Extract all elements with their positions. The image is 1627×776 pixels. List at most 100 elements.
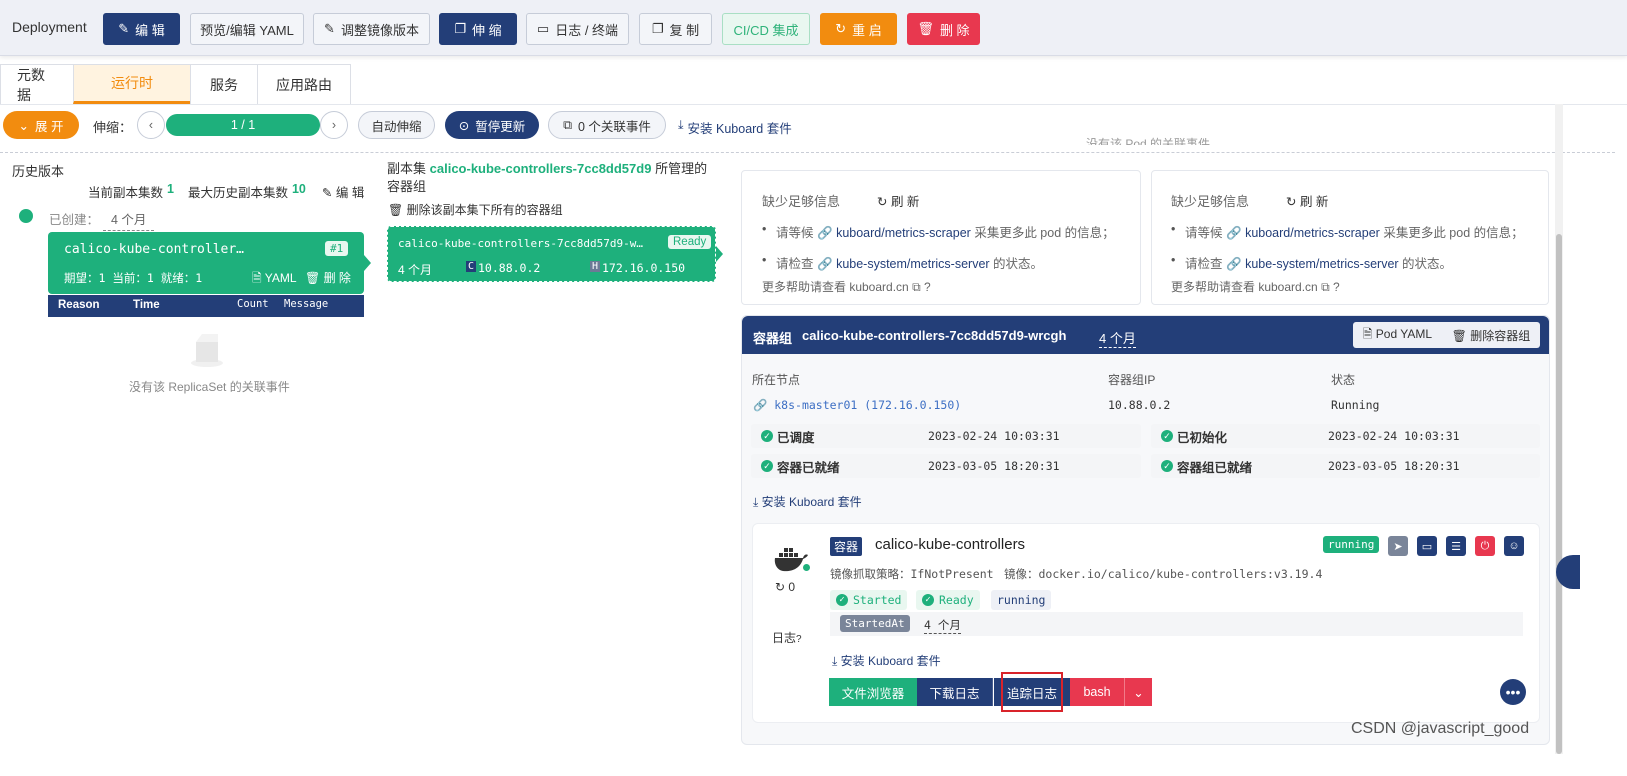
external-link-icon: ⧉ — [563, 117, 572, 132]
pencil-icon: ✎ — [324, 21, 335, 36]
container-image: 镜像：docker.io/calico/kube-controllers:v3.… — [1004, 567, 1323, 581]
tag-ready: ✓ Ready — [916, 590, 980, 610]
question-icon: ? — [796, 634, 802, 645]
terminal-icon[interactable]: ▭ — [1417, 536, 1437, 556]
download-log-button[interactable]: 下载日志 — [917, 678, 993, 706]
refresh-icon: ↻ — [1286, 195, 1300, 209]
section-separator — [0, 152, 1615, 153]
host-ip: 172.16.0.150 — [602, 261, 686, 275]
replicaset-title: 副本集 calico-kube-controllers-7cc8dd57d9 所… — [387, 161, 708, 194]
tab-routes[interactable]: 应用路由 — [257, 64, 351, 104]
scale-down-button[interactable]: ‹ — [137, 111, 165, 139]
host-ip-label: H — [590, 261, 601, 272]
install-kuboard-link[interactable]: ⤓ 安装 Kuboard 套件 — [678, 118, 792, 137]
metrics-refresh-button[interactable]: ↻ 刷 新 — [1286, 191, 1328, 210]
history-edit-link[interactable]: ✎ 编 辑 — [322, 182, 364, 201]
container-install-kuboard-link[interactable]: ⤓ 安装 Kuboard 套件 — [832, 652, 941, 669]
check-circle-icon: ✓ — [1161, 430, 1173, 442]
scale-up-button[interactable]: › — [320, 111, 348, 139]
chevron-left-icon: ‹ — [148, 118, 154, 132]
monitor-icon: ▭ — [536, 21, 550, 36]
delete-pod-button[interactable]: 🗑 删除容器组 — [1452, 327, 1531, 344]
metrics-scraper-link[interactable]: kuboard/metrics-scraper — [836, 226, 971, 240]
pod-ip: 10.88.0.2 — [478, 261, 541, 275]
resource-type-title: Deployment — [12, 19, 87, 35]
expand-button[interactable]: ⌄ 展 开 — [3, 111, 79, 139]
bash-button[interactable]: bash — [1070, 678, 1124, 706]
more-options-button[interactable]: ••• — [1500, 679, 1526, 705]
logs-terminal-button[interactable]: ▭ 日志 / 终端 — [526, 13, 629, 45]
chevron-down-icon: ⌄ — [1133, 685, 1144, 700]
pod-card-name: calico-kube-controllers-7cc8dd57d9-w… — [398, 237, 644, 250]
pod-ready-badge: Ready — [668, 235, 712, 249]
related-events-button[interactable]: ⧉ 0 个关联事件 — [548, 111, 666, 139]
no-events-text: 没有该 ReplicaSet 的关联事件 — [129, 380, 290, 394]
metrics-help-link[interactable]: 更多帮助请查看 kuboard.cn ⧉ ? — [1171, 278, 1340, 295]
chevron-right-icon: › — [331, 118, 337, 132]
scale-button[interactable]: ❐ 伸 缩 — [439, 13, 517, 45]
trash-icon: 🗑 — [305, 271, 324, 285]
replicaset-yaml-link[interactable]: 🗎 YAML — [252, 269, 297, 290]
tab-runtime[interactable]: 运行时 — [73, 64, 191, 104]
replicaset-name: calico-kube-controller… — [64, 242, 245, 257]
link-icon: 🔗 — [753, 398, 775, 412]
delete-all-pods-link[interactable]: 🗑 删除该副本集下所有的容器组 — [388, 201, 563, 218]
edit-button[interactable]: ✎ 编 辑 — [103, 13, 180, 45]
events-table-header: Reason Time Count Message — [48, 295, 364, 317]
external-link-icon: ⧉ — [1321, 280, 1330, 294]
metrics-card-right: 缺少足够信息 ↻ 刷 新 请等候 🔗 kuboard/metrics-scrap… — [1151, 170, 1549, 305]
more-icon: ••• — [1505, 684, 1521, 700]
send-icon[interactable]: ➤ — [1388, 536, 1408, 556]
cicd-button[interactable]: CI/CD 集成 — [722, 13, 810, 45]
scrollbar-thumb[interactable] — [1556, 234, 1562, 754]
container-state-badge: running — [1323, 536, 1380, 553]
condition-containers-ready: ✓ 容器已就绪 2023-03-05 18:20:31 — [751, 454, 1141, 478]
copy-icon: ❐ — [454, 21, 467, 36]
download-icon: ⤓ — [678, 118, 684, 132]
pod-yaml-button[interactable]: 🗎 Pod YAML — [1363, 325, 1432, 346]
restart-button[interactable]: ↻ 重 启 — [820, 13, 897, 45]
preview-yaml-button[interactable]: 预览/编辑 YAML — [190, 13, 304, 45]
log-label: 日志? — [772, 631, 802, 645]
pod-install-kuboard-link[interactable]: ⤓ 安装 Kuboard 套件 — [753, 493, 862, 510]
pause-update-button[interactable]: ⊙ 暂停更新 — [445, 111, 539, 139]
pull-policy: 镜像抓取策略：IfNotPresent — [830, 567, 994, 581]
metrics-scraper-link[interactable]: kuboard/metrics-scraper — [1245, 226, 1380, 240]
refresh-icon: ↻ — [877, 195, 891, 209]
replicaset-card-arrow — [364, 255, 371, 271]
metrics-refresh-button[interactable]: ↻ 刷 新 — [877, 191, 919, 210]
database-icon[interactable]: ☰ — [1446, 536, 1466, 556]
started-at-value: 4 个月 — [924, 618, 961, 634]
pod-card[interactable]: calico-kube-controllers-7cc8dd57d9-w… Re… — [387, 226, 723, 282]
tab-services[interactable]: 服务 — [190, 64, 258, 104]
replicaset-delete-link[interactable]: 🗑 删 除 — [305, 269, 351, 286]
metrics-server-link[interactable]: kube-system/metrics-server — [836, 257, 990, 271]
file-browser-button[interactable]: 文件浏览器 — [829, 678, 917, 706]
question-icon: ? — [1332, 280, 1340, 294]
replicaset-card[interactable]: calico-kube-controller… #1 期望：1 当前：1 就绪：… — [48, 232, 364, 294]
bash-dropdown-button[interactable]: ⌄ — [1124, 678, 1152, 706]
col-message: Message — [284, 298, 329, 310]
adjust-image-button[interactable]: ✎ 调整镜像版本 — [313, 13, 430, 45]
auto-scale-button[interactable]: 自动伸缩 — [358, 111, 435, 139]
clipped-events-text: 没有该 Pod 的关联事件 — [1086, 137, 1211, 145]
tab-metadata[interactable]: 元数据 — [0, 64, 74, 104]
scrollbar-track[interactable] — [1555, 104, 1563, 754]
copy-button[interactable]: ❐ 复 制 — [639, 13, 712, 45]
replica-count: 1 / 1 — [230, 118, 256, 132]
started-at-label: StartedAt — [840, 615, 910, 632]
metrics-help-link[interactable]: 更多帮助请查看 kuboard.cn ⧉ ? — [762, 278, 931, 295]
pencil-icon: ✎ — [321, 186, 336, 200]
container-name: calico-kube-controllers — [875, 536, 1026, 553]
power-icon[interactable]: ⏻ — [1475, 536, 1495, 556]
node-link[interactable]: 🔗 k8s-master01 (172.16.0.150) — [753, 398, 961, 412]
download-icon: ⤓ — [753, 495, 762, 509]
user-icon[interactable]: ☺ — [1504, 536, 1524, 556]
metrics-server-link[interactable]: kube-system/metrics-server — [1245, 257, 1399, 271]
question-icon: ? — [923, 280, 931, 294]
delete-button[interactable]: 🗑 删 除 — [907, 13, 980, 45]
trash-icon: 🗑 — [917, 21, 934, 36]
condition-scheduled: ✓ 已调度 2023-02-24 10:03:31 — [751, 424, 1141, 448]
metrics-card-left: 缺少足够信息 ↻ 刷 新 请等候 🔗 kuboard/metrics-scrap… — [741, 170, 1141, 305]
tab-divider — [0, 104, 1627, 105]
